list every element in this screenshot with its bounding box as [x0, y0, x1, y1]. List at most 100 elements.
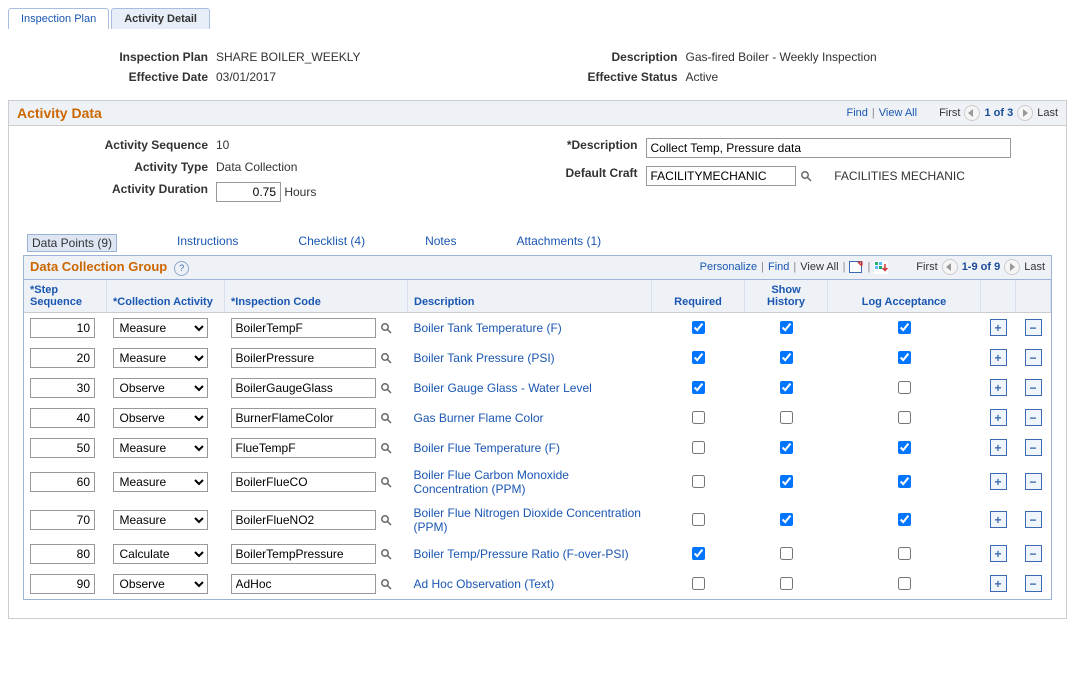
inspection-code-input[interactable]	[231, 348, 376, 368]
subtab-data-points[interactable]: Data Points (9)	[27, 234, 117, 252]
required-checkbox[interactable]	[692, 411, 705, 424]
log-acceptance-checkbox[interactable]	[898, 411, 911, 424]
grid-find-link[interactable]: Find	[768, 261, 789, 273]
inspection-code-lookup-icon[interactable]	[379, 441, 393, 455]
row-description-link[interactable]: Boiler Tank Pressure (PSI)	[414, 351, 555, 365]
grid-personalize-link[interactable]: Personalize	[700, 261, 757, 273]
required-checkbox[interactable]	[692, 577, 705, 590]
col-description[interactable]: Description	[408, 280, 652, 313]
delete-row-button[interactable]: −	[1025, 349, 1042, 366]
add-row-button[interactable]: +	[990, 409, 1007, 426]
delete-row-button[interactable]: −	[1025, 409, 1042, 426]
inspection-code-input[interactable]	[231, 510, 376, 530]
collection-activity-select[interactable]: MeasureObserveCalculate	[113, 544, 208, 564]
step-sequence-input[interactable]	[30, 438, 95, 458]
col-collection-activity[interactable]: *Collection Activity	[107, 280, 225, 313]
activity-viewall-link[interactable]: View All	[879, 107, 917, 119]
activity-find-link[interactable]: Find	[846, 107, 867, 119]
log-acceptance-checkbox[interactable]	[898, 381, 911, 394]
row-description-link[interactable]: Boiler Flue Nitrogen Dioxide Concentrati…	[414, 506, 641, 534]
log-acceptance-checkbox[interactable]	[898, 547, 911, 560]
col-required[interactable]: Required	[652, 280, 745, 313]
show-history-checkbox[interactable]	[780, 321, 793, 334]
add-row-button[interactable]: +	[990, 545, 1007, 562]
activity-next-icon[interactable]	[1017, 105, 1033, 121]
show-history-checkbox[interactable]	[780, 351, 793, 364]
log-acceptance-checkbox[interactable]	[898, 441, 911, 454]
default-craft-lookup-icon[interactable]	[799, 169, 813, 183]
add-row-button[interactable]: +	[990, 575, 1007, 592]
subtab-attachments[interactable]: Attachments (1)	[516, 234, 601, 252]
show-history-checkbox[interactable]	[780, 547, 793, 560]
zoom-icon[interactable]	[849, 261, 863, 274]
add-row-button[interactable]: +	[990, 349, 1007, 366]
log-acceptance-checkbox[interactable]	[898, 351, 911, 364]
delete-row-button[interactable]: −	[1025, 473, 1042, 490]
inspection-code-lookup-icon[interactable]	[379, 513, 393, 527]
collection-activity-select[interactable]: MeasureObserveCalculate	[113, 510, 208, 530]
subtab-notes[interactable]: Notes	[425, 234, 456, 252]
row-description-link[interactable]: Ad Hoc Observation (Text)	[414, 577, 555, 591]
add-row-button[interactable]: +	[990, 319, 1007, 336]
required-checkbox[interactable]	[692, 381, 705, 394]
inspection-code-lookup-icon[interactable]	[379, 351, 393, 365]
inspection-code-lookup-icon[interactable]	[379, 321, 393, 335]
inspection-code-input[interactable]	[231, 472, 376, 492]
inspection-code-lookup-icon[interactable]	[379, 381, 393, 395]
inspection-code-lookup-icon[interactable]	[379, 577, 393, 591]
col-step-sequence[interactable]: *Step Sequence	[24, 280, 107, 313]
col-show-history[interactable]: Show History	[745, 280, 828, 313]
step-sequence-input[interactable]	[30, 318, 95, 338]
activity-prev-icon[interactable]	[964, 105, 980, 121]
inspection-code-input[interactable]	[231, 574, 376, 594]
show-history-checkbox[interactable]	[780, 577, 793, 590]
collection-activity-select[interactable]: MeasureObserveCalculate	[113, 378, 208, 398]
delete-row-button[interactable]: −	[1025, 545, 1042, 562]
step-sequence-input[interactable]	[30, 348, 95, 368]
delete-row-button[interactable]: −	[1025, 439, 1042, 456]
collection-activity-select[interactable]: MeasureObserveCalculate	[113, 348, 208, 368]
delete-row-button[interactable]: −	[1025, 379, 1042, 396]
activity-description-input[interactable]	[646, 138, 1011, 158]
download-icon[interactable]	[874, 261, 888, 274]
step-sequence-input[interactable]	[30, 574, 95, 594]
inspection-code-input[interactable]	[231, 408, 376, 428]
inspection-code-lookup-icon[interactable]	[379, 547, 393, 561]
activity-duration-input[interactable]	[216, 182, 281, 202]
log-acceptance-checkbox[interactable]	[898, 475, 911, 488]
log-acceptance-checkbox[interactable]	[898, 321, 911, 334]
col-log-acceptance[interactable]: Log Acceptance	[828, 280, 981, 313]
inspection-code-input[interactable]	[231, 318, 376, 338]
log-acceptance-checkbox[interactable]	[898, 513, 911, 526]
inspection-code-input[interactable]	[231, 378, 376, 398]
step-sequence-input[interactable]	[30, 544, 95, 564]
collection-activity-select[interactable]: MeasureObserveCalculate	[113, 472, 208, 492]
row-description-link[interactable]: Boiler Flue Temperature (F)	[414, 441, 561, 455]
required-checkbox[interactable]	[692, 351, 705, 364]
show-history-checkbox[interactable]	[780, 381, 793, 394]
default-craft-input[interactable]	[646, 166, 796, 186]
row-description-link[interactable]: Boiler Temp/Pressure Ratio (F-over-PSI)	[414, 547, 629, 561]
inspection-code-lookup-icon[interactable]	[379, 475, 393, 489]
required-checkbox[interactable]	[692, 475, 705, 488]
show-history-checkbox[interactable]	[780, 475, 793, 488]
inspection-code-input[interactable]	[231, 438, 376, 458]
required-checkbox[interactable]	[692, 513, 705, 526]
step-sequence-input[interactable]	[30, 510, 95, 530]
add-row-button[interactable]: +	[990, 439, 1007, 456]
step-sequence-input[interactable]	[30, 378, 95, 398]
collection-activity-select[interactable]: MeasureObserveCalculate	[113, 574, 208, 594]
inspection-code-lookup-icon[interactable]	[379, 411, 393, 425]
row-description-link[interactable]: Gas Burner Flame Color	[414, 411, 544, 425]
step-sequence-input[interactable]	[30, 408, 95, 428]
col-inspection-code[interactable]: *Inspection Code	[225, 280, 408, 313]
add-row-button[interactable]: +	[990, 511, 1007, 528]
subtab-instructions[interactable]: Instructions	[177, 234, 238, 252]
grid-prev-icon[interactable]	[942, 259, 958, 275]
row-description-link[interactable]: Boiler Gauge Glass - Water Level	[414, 381, 592, 395]
help-icon[interactable]: ?	[174, 261, 189, 276]
add-row-button[interactable]: +	[990, 379, 1007, 396]
collection-activity-select[interactable]: MeasureObserveCalculate	[113, 408, 208, 428]
collection-activity-select[interactable]: MeasureObserveCalculate	[113, 318, 208, 338]
row-description-link[interactable]: Boiler Flue Carbon Monoxide Concentratio…	[414, 468, 569, 496]
